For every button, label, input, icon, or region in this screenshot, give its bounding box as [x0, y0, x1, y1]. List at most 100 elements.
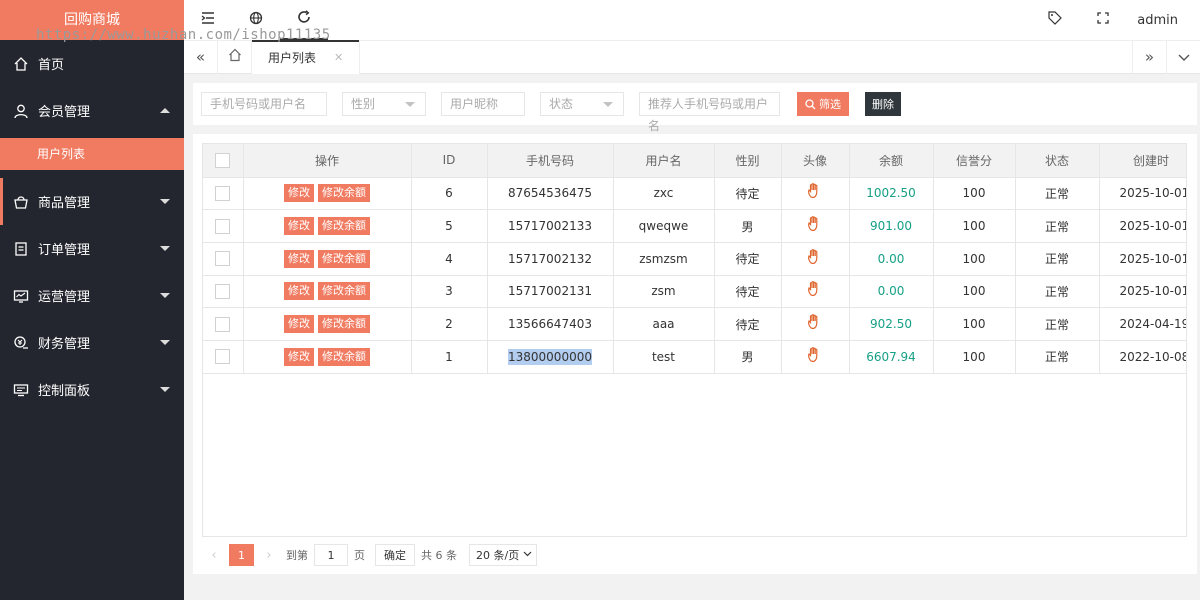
table-row[interactable]: 修改 修改余额 6 87654536475 zxc 待定 1002.50 100 正常 2025-… [203, 177, 1186, 211]
tabs-menu-button[interactable] [1166, 40, 1200, 74]
credit-cell: 100 [933, 209, 1016, 243]
sidebar-item-home[interactable]: 首页 [0, 40, 184, 87]
phone-cell: 15717002131 [487, 275, 614, 309]
edit-balance-button[interactable]: 修改余额 [318, 347, 370, 366]
sidebar-item-members[interactable]: 会员管理 [0, 87, 184, 134]
gender-select[interactable]: 性别 [342, 92, 426, 116]
row-checkbox[interactable] [215, 218, 231, 234]
table-row[interactable]: 修改 修改余额 4 15717002132 zsmzsm 待定 0.00 100 正常 2025-… [203, 242, 1186, 276]
edit-button[interactable]: 修改 [284, 184, 314, 203]
edit-balance-button[interactable]: 修改余额 [318, 315, 370, 334]
avatar-hand-icon[interactable] [806, 346, 824, 368]
next-page-button[interactable]: › [258, 548, 280, 563]
monitor-icon [12, 287, 30, 305]
status-select[interactable]: 状态 [540, 92, 624, 116]
search-icon [805, 98, 816, 110]
select-all-checkbox[interactable] [215, 152, 231, 168]
user-menu[interactable]: admin [1127, 13, 1200, 28]
actions-cell: 修改 修改余额 [243, 340, 412, 374]
theme-button[interactable] [1031, 0, 1079, 40]
row-checkbox[interactable] [215, 283, 231, 299]
table-row[interactable]: 修改 修改余额 3 15717002131 zsm 待定 0.00 100 正常 2025-10-… [203, 275, 1186, 309]
edit-balance-button[interactable]: 修改余额 [318, 217, 370, 236]
avatar-hand-icon[interactable] [806, 314, 824, 335]
chevron-down-icon [523, 550, 532, 560]
table-row[interactable]: 修改 修改余额 5 15717002133 qweqwe 男 901.00 100 正常 2025… [203, 209, 1186, 243]
gender-cell: 待定 [714, 177, 782, 211]
prev-page-button[interactable]: ‹ [203, 548, 225, 563]
header-right: admin [1031, 0, 1200, 40]
avatar-hand-icon[interactable] [806, 216, 824, 237]
column-header[interactable]: ID [411, 144, 488, 178]
sidebar-item-label: 会员管理 [38, 105, 91, 120]
edit-balance-button[interactable]: 修改余额 [318, 184, 370, 203]
sidebar-subitem-user-list[interactable]: 用户列表 [0, 138, 184, 170]
edit-button[interactable]: 修改 [284, 315, 314, 334]
credit-cell: 100 [933, 307, 1016, 341]
referrer-input[interactable]: 推荐人手机号码或用户名 [639, 92, 780, 133]
tabs-scroll-left-button[interactable]: « [184, 40, 218, 74]
created-cell: 2025-10-01 [1099, 275, 1186, 309]
actions-cell: 修改 修改余额 [243, 209, 412, 243]
tabs-scroll-right-button[interactable]: » [1132, 40, 1166, 74]
user-icon [12, 102, 30, 120]
home-tab-button[interactable] [218, 40, 252, 74]
document-icon [12, 240, 30, 258]
credit-cell: 100 [933, 242, 1016, 276]
table-header-row: 操作 ID 手机号码 用户名 性别 头像 余额 信誉分 状态 创建时 [203, 144, 1186, 178]
page-size-select[interactable]: 20 条/页 [469, 544, 538, 566]
close-icon[interactable]: ✕ [334, 51, 343, 64]
avatar-hand-icon[interactable] [806, 281, 824, 302]
filter-button-label: 筛选 [819, 98, 841, 111]
sidebar-item-control-panel[interactable]: 控制面板 [0, 366, 184, 413]
tab-user-list[interactable]: 用户列表 ✕ [252, 40, 361, 74]
avatar-hand-icon[interactable] [806, 183, 824, 204]
chevron-down-icon [160, 339, 170, 345]
credit-cell: 100 [933, 340, 1016, 374]
edit-button[interactable]: 修改 [284, 282, 314, 301]
filter-button[interactable]: 筛选 [797, 92, 849, 116]
column-header: 性别 [714, 144, 782, 178]
edit-balance-button[interactable]: 修改余额 [318, 282, 370, 301]
refresh-icon [297, 10, 311, 28]
table-row[interactable]: 修改 修改余额 2 13566647403 aaa 待定 902.50 100 正常 2024-0… [203, 307, 1186, 341]
sidebar-item-finance[interactable]: 财务管理 [0, 319, 184, 366]
chevron-down-icon [1178, 48, 1190, 66]
balance-cell: 6607.94 [849, 340, 934, 374]
edit-button[interactable]: 修改 [284, 217, 314, 236]
total-count: 共 6 条 [421, 549, 457, 562]
sidebar-item-label: 运营管理 [38, 290, 91, 305]
delete-button[interactable]: 删除 [865, 92, 901, 116]
credit-cell: 100 [933, 177, 1016, 211]
edit-button[interactable]: 修改 [284, 347, 314, 366]
table-body: 修改 修改余额 6 87654536475 zxc 待定 1002.50 100 正常 2025-… [203, 177, 1186, 374]
chevron-down-icon [160, 386, 170, 392]
sidebar-item-operations[interactable]: 运营管理 [0, 272, 184, 319]
edit-button[interactable]: 修改 [284, 249, 314, 268]
avatar-hand-icon[interactable] [806, 248, 824, 270]
row-checkbox[interactable] [215, 185, 231, 201]
sidebar-item-products[interactable]: 商品管理 [0, 178, 184, 225]
id-cell: 2 [411, 307, 488, 341]
row-checkbox[interactable] [215, 349, 231, 365]
nickname-input[interactable]: 用户昵称 [441, 92, 525, 116]
caret-down-icon [603, 102, 613, 107]
row-checkbox[interactable] [215, 316, 231, 332]
goto-confirm-button[interactable]: 确定 [375, 544, 415, 566]
edit-balance-button[interactable]: 修改余额 [318, 249, 370, 268]
filter-bar: 手机号码或用户名 性别 用户昵称 状态 推荐人手机号码或用户名 筛选 删除 [193, 83, 1197, 133]
row-checkbox[interactable] [215, 251, 231, 267]
phone-or-username-input[interactable]: 手机号码或用户名 [201, 92, 327, 116]
goto-page-input[interactable]: 1 [314, 544, 348, 566]
fullscreen-icon [1097, 12, 1109, 28]
table-row[interactable]: 修改 修改余额 1 13800000000 test 男 6607.94 100 正常 2022-… [203, 340, 1186, 374]
username-cell: zsm [613, 275, 715, 309]
sidebar-item-orders[interactable]: 订单管理 [0, 225, 184, 272]
finance-icon [12, 334, 30, 352]
current-page[interactable]: 1 [229, 544, 254, 566]
table-container[interactable]: 操作 ID 手机号码 用户名 性别 头像 余额 信誉分 状态 创建时 修改 修改余… [202, 143, 1187, 537]
sidebar: 回购商城 首页 会员管理 用户列表 商品管理 订单管理 运营管理 财务管理 控制… [0, 0, 184, 600]
fullscreen-button[interactable] [1079, 0, 1127, 40]
username-cell: aaa [613, 307, 715, 341]
status-cell: 正常 [1015, 177, 1100, 211]
